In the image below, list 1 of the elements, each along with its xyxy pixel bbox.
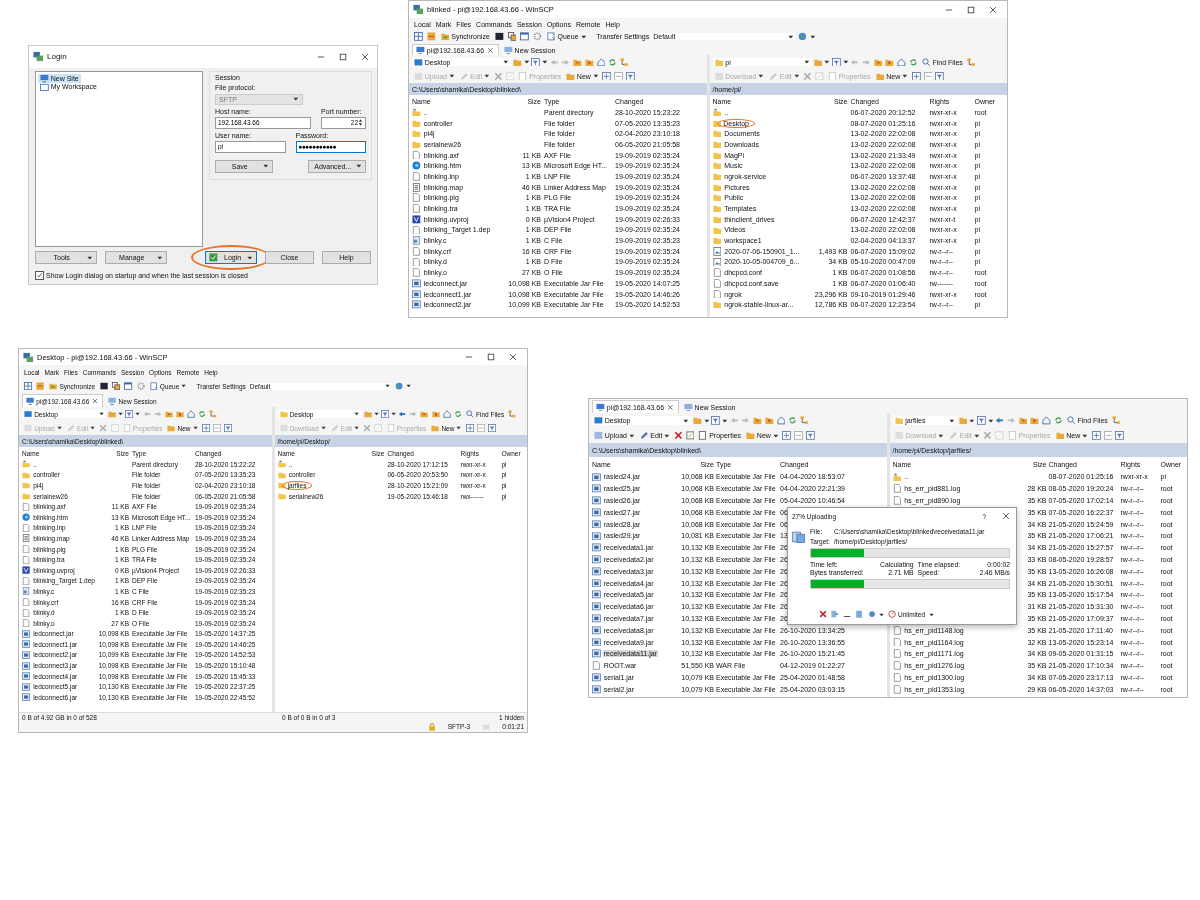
window-title: Login: [47, 52, 68, 62]
